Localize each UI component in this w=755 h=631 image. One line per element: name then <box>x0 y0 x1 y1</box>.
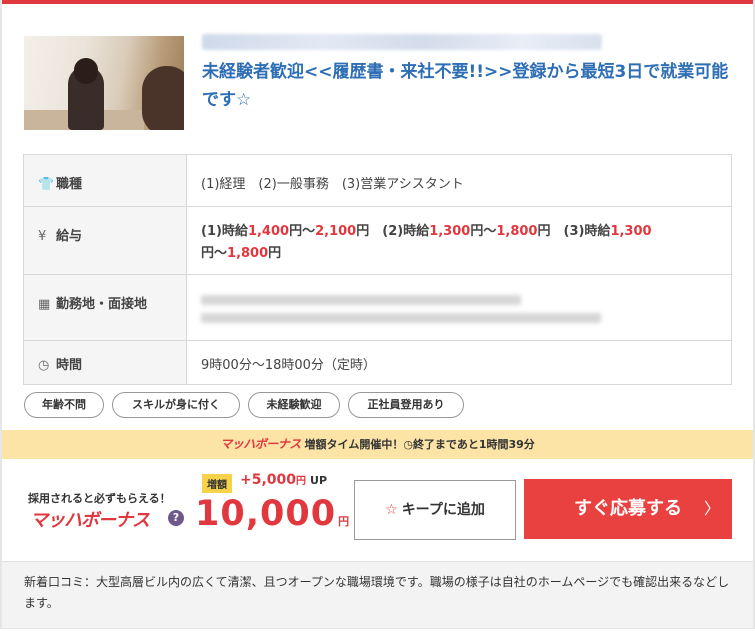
bonus-amount: 10,000 円 <box>195 494 351 534</box>
bonus-catchphrase: 採用されると必ずもらえる！ <box>28 492 171 505</box>
hours-label: 時間 <box>56 358 83 373</box>
occupation-value: (1)経理 (2)一般事務 (3)営業アシスタント <box>186 154 732 207</box>
salary-value: (1)時給1,400円～2,100円 (2)時給1,300円～1,800円 (3… <box>201 224 652 261</box>
tag-item[interactable]: 正社員登用あり <box>348 392 464 418</box>
keep-button[interactable]: ☆ キープに追加 <box>354 480 516 540</box>
star-icon: ☆ <box>385 502 398 518</box>
detail-row-occupation: 👕 職種 (1)経理 (2)一般事務 (3)営業アシスタント <box>23 154 732 207</box>
mach-bonus-logo: マッハボーナス <box>220 437 301 451</box>
keep-button-label: キープに追加 <box>401 502 485 518</box>
bonus-countdown: 終了まであと1時間39分 <box>412 438 535 451</box>
detail-row-location: ▦ 勤務地・面接地 <box>23 274 732 341</box>
bonus-increase: +5,000円 UP <box>240 472 328 488</box>
review-section: 新着口コミ：大型高層ビル内の広くて清潔、且つオープンな職場環境です。職場の様子は… <box>2 561 753 628</box>
mach-bonus-logo: マッハボーナス <box>30 510 150 531</box>
detail-row-salary: ¥ 給与 (1)時給1,400円～2,100円 (2)時給1,300円～1,800… <box>23 206 732 275</box>
building-icon: ▦ <box>38 297 51 312</box>
company-name-redacted <box>202 34 602 50</box>
tag-item[interactable]: スキルが身に付く <box>112 392 240 418</box>
increase-badge: 増額 <box>202 474 232 493</box>
job-photo[interactable] <box>24 36 184 130</box>
clock-icon: ◷ <box>38 358 50 373</box>
chevron-right-icon: 〉 <box>703 499 720 518</box>
job-details-table: 👕 職種 (1)経理 (2)一般事務 (3)営業アシスタント ¥ 給与 (1)時給1… <box>23 154 732 385</box>
salary-label: 給与 <box>56 229 83 244</box>
job-title[interactable]: 未経験者歓迎<<履歴書・来社不要!!>>登録から最短3日で就業可能です☆ <box>202 58 742 114</box>
tag-item[interactable]: 年齢不問 <box>24 392 104 418</box>
apply-button[interactable]: すぐ応募する 〉 <box>524 479 732 539</box>
location-label: 勤務地・面接地 <box>56 297 148 312</box>
hours-value: 9時00分～18時00分（定時） <box>186 340 732 385</box>
location-value-redacted <box>186 274 732 341</box>
apply-button-label: すぐ応募する <box>574 498 682 519</box>
bonus-time-text: 増額タイム開催中！ <box>304 438 404 451</box>
job-card: 未経験者歓迎<<履歴書・来社不要!!>>登録から最短3日で就業可能です☆ 👕 職種… <box>0 0 755 629</box>
detail-row-hours: ◷ 時間 9時00分～18時00分（定時） <box>23 340 732 385</box>
review-text: 新着口コミ：大型高層ビル内の広くて清潔、且つオープンな職場環境です。職場の様子は… <box>24 575 730 610</box>
bonus-time-bar: マッハボーナス 増額タイム開催中！◷終了まであと1時間39分 <box>2 430 753 459</box>
help-icon[interactable]: ? <box>168 510 184 526</box>
card-top-border <box>2 0 753 4</box>
clock-icon: ◷ <box>403 438 413 451</box>
shirt-icon: 👕 <box>38 177 55 192</box>
occupation-label: 職種 <box>56 177 83 192</box>
tag-item[interactable]: 未経験歓迎 <box>248 392 340 418</box>
yen-icon: ¥ <box>38 229 47 244</box>
